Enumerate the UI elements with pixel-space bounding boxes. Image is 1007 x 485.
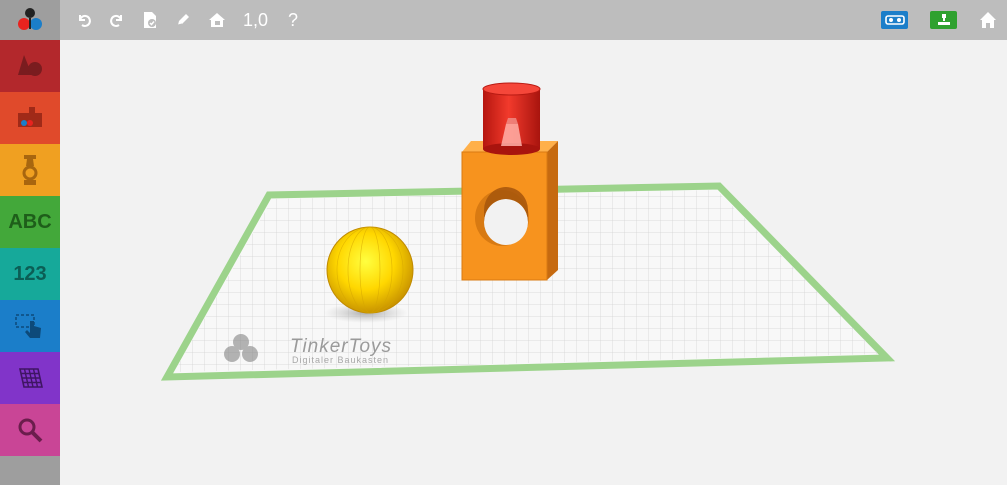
toolbar-right: [881, 0, 997, 40]
viewport-3d[interactable]: TinkerToys Digitaler Baukasten: [60, 40, 1007, 485]
sidebar-item-numbers[interactable]: 123: [0, 248, 60, 300]
pencil-button[interactable]: [175, 12, 191, 28]
vr-button[interactable]: [881, 11, 908, 29]
redo-button[interactable]: [109, 12, 125, 28]
sidebar-item-shapes[interactable]: [0, 40, 60, 92]
home-view-button[interactable]: [208, 12, 226, 28]
home-button[interactable]: [979, 11, 997, 29]
undo-button[interactable]: [76, 12, 92, 28]
top-toolbar: 1,0 ?: [0, 0, 1007, 40]
sidebar-item-text[interactable]: ABC: [0, 196, 60, 248]
help-button[interactable]: ?: [285, 0, 301, 40]
sidebar-item-parts[interactable]: [0, 92, 60, 144]
undo-icon: [79, 14, 91, 27]
printer-3d-icon: [937, 14, 950, 25]
house-icon: [980, 12, 996, 28]
orange-block[interactable]: [461, 141, 558, 281]
pointer-hand-icon: [15, 314, 41, 338]
vr-goggles-icon: [884, 15, 905, 25]
grid-icon: [19, 368, 43, 388]
red-cylinder[interactable]: [482, 82, 541, 155]
parts-icon: [18, 107, 42, 127]
yellow-sphere[interactable]: [326, 226, 414, 314]
logo-icon: [18, 8, 42, 30]
toolbar-actions: 1,0 ?: [76, 0, 301, 40]
sidebar-item-select[interactable]: [0, 300, 60, 352]
app-window: 1,0 ? ABC 123 TinkerToys Digitaler Bauka…: [0, 0, 1007, 485]
magnifier-icon: [18, 418, 43, 443]
zoom-level[interactable]: 1,0: [243, 0, 268, 40]
shapes-icon: [18, 55, 42, 76]
print-3d-button[interactable]: [930, 11, 957, 29]
pencil-icon: [177, 14, 189, 26]
plate-tagline-text: Digitaler Baukasten: [292, 355, 389, 365]
sidebar: ABC 123: [0, 40, 60, 485]
plate-brand-text: TinkerToys: [290, 336, 392, 357]
redo-icon: [110, 14, 122, 27]
document-check-icon: [144, 12, 156, 28]
save-button[interactable]: [142, 11, 158, 29]
figure-icon: [22, 155, 38, 185]
app-logo[interactable]: [0, 0, 60, 40]
sidebar-item-figures[interactable]: [0, 144, 60, 196]
sidebar-item-grid[interactable]: [0, 352, 60, 404]
home-view-icon: [209, 13, 225, 27]
scene: TinkerToys Digitaler Baukasten: [160, 82, 896, 381]
sidebar-item-zoom[interactable]: [0, 404, 60, 456]
